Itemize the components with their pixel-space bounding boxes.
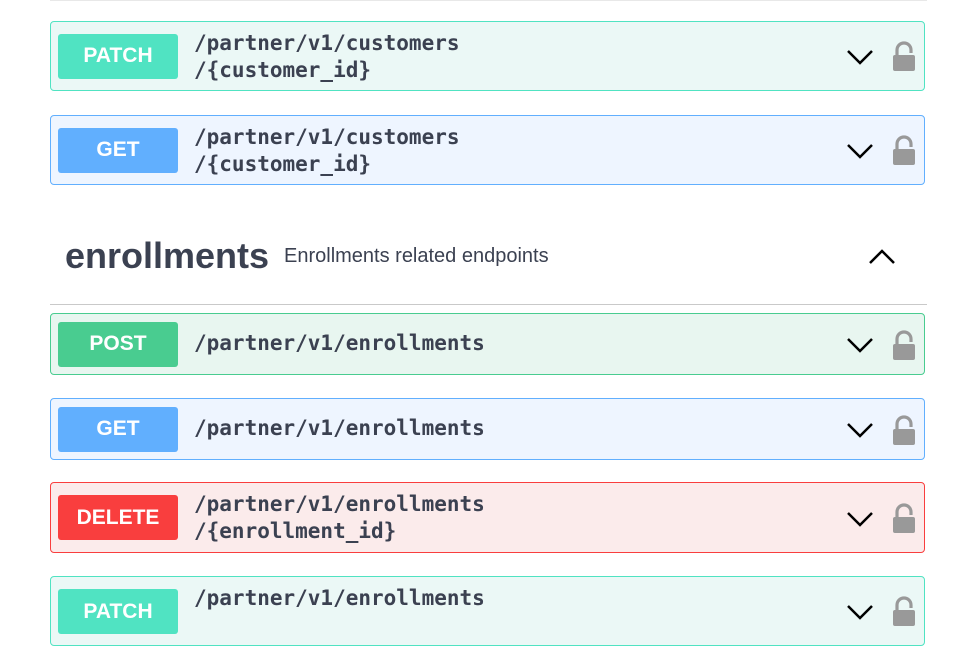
operation-path: /partner/v1/customers /{customer_id} — [194, 125, 460, 176]
method-badge: PATCH — [58, 33, 178, 79]
operation-get-enrollments[interactable]: GET /partner/v1/enrollments — [50, 398, 925, 460]
method-badge: GET — [58, 127, 178, 173]
operation-path: /partner/v1/enrollments — [194, 416, 485, 440]
lock-icon[interactable] — [892, 415, 916, 446]
operation-path: /partner/v1/enrollments — [194, 331, 485, 355]
operation-patch-customer[interactable]: PATCH /partner/v1/customers /{customer_i… — [50, 21, 925, 91]
tag-description: Enrollments related endpoints — [284, 245, 549, 267]
method-badge: POST — [58, 321, 178, 367]
method-badge: DELETE — [58, 495, 178, 540]
lock-icon[interactable] — [892, 330, 916, 361]
operation-path: /partner/v1/customers /{customer_id} — [194, 31, 460, 82]
chevron-down-icon[interactable] — [846, 603, 874, 621]
chevron-down-icon[interactable] — [846, 336, 874, 354]
lock-icon[interactable] — [892, 503, 916, 534]
method-badge: GET — [58, 406, 178, 452]
tag-section-enrollments[interactable]: enrollments Enrollments related endpoint… — [50, 222, 927, 305]
chevron-down-icon[interactable] — [846, 142, 874, 160]
lock-icon[interactable] — [892, 596, 916, 627]
lock-icon[interactable] — [892, 135, 916, 166]
operation-path: /partner/v1/enrollments — [194, 586, 485, 610]
operation-get-customer[interactable]: GET /partner/v1/customers /{customer_id} — [50, 115, 925, 185]
tag-title: enrollments — [65, 235, 270, 276]
chevron-up-icon[interactable] — [868, 248, 896, 266]
section-divider — [50, 0, 927, 1]
operation-post-enrollments[interactable]: POST /partner/v1/enrollments — [50, 313, 925, 375]
chevron-down-icon[interactable] — [846, 48, 874, 66]
chevron-down-icon[interactable] — [846, 510, 874, 528]
method-badge: PATCH — [58, 589, 178, 634]
operation-path: /partner/v1/enrollments /{enrollment_id} — [194, 492, 485, 543]
operation-patch-enrollment[interactable]: PATCH /partner/v1/enrollments — [50, 576, 925, 646]
operation-delete-enrollment[interactable]: DELETE /partner/v1/enrollments /{enrollm… — [50, 482, 925, 553]
chevron-down-icon[interactable] — [846, 421, 874, 439]
lock-icon[interactable] — [892, 41, 916, 72]
